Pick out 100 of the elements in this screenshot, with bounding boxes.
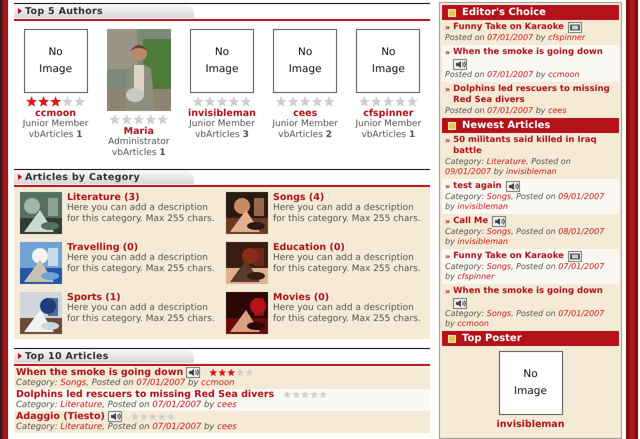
article-count: vbArticles 1 xyxy=(28,130,82,141)
section-title: Editor's Choice xyxy=(462,7,546,18)
author-link[interactable]: ccmoon xyxy=(457,319,489,328)
date-link[interactable]: 07/01/2007 xyxy=(152,422,202,432)
film-icon xyxy=(568,22,582,33)
article-count: vbArticles 1 xyxy=(361,130,416,141)
article-meta: Category: Literature, Posted on 07/01/2007 by cees xyxy=(16,422,238,433)
author-link[interactable]: ccmoon xyxy=(548,70,580,79)
section-title: Top 10 Articles xyxy=(25,350,109,362)
author-name[interactable]: ccmoon xyxy=(35,108,76,119)
date-link[interactable]: 07/01/2007 xyxy=(136,378,186,388)
date-link[interactable]: 08/01/2007 xyxy=(558,227,604,236)
category-link[interactable]: Songs xyxy=(486,192,512,201)
article-count: vbArticles 3 xyxy=(195,130,249,141)
author-link[interactable]: cfspinner xyxy=(457,272,494,281)
article-count: vbArticles 2 xyxy=(278,130,332,141)
category-link[interactable]: Literature xyxy=(60,400,102,410)
triangle-icon xyxy=(18,174,22,180)
bullet-icon: » xyxy=(445,84,450,95)
no-image-text: No Image xyxy=(513,367,548,399)
bullet-icon: » xyxy=(445,286,450,297)
article-link[interactable]: Call Me xyxy=(453,216,488,227)
author-link[interactable]: invisibleman xyxy=(457,237,508,246)
date-link[interactable]: 09/01/2007 xyxy=(558,192,604,201)
author-link[interactable]: cfspinner xyxy=(548,33,586,42)
article-meta: Category: Songs, Posted on 07/01/2007 by ccmoon xyxy=(16,378,236,389)
section-title: Top Poster xyxy=(462,333,522,344)
category-description: Here you can add a description for this category. Max 255 chars. xyxy=(67,253,216,274)
category-link[interactable]: Travelling (0) xyxy=(67,242,218,253)
author-name[interactable]: cfspinner xyxy=(363,108,414,119)
date-link[interactable]: 07/01/2007 xyxy=(487,33,534,42)
article-link[interactable]: Funny Take on Karaoke xyxy=(453,251,564,262)
article-link[interactable]: When the smoke is going down xyxy=(453,286,603,297)
author-link[interactable]: invisibleman xyxy=(457,202,508,211)
article-link[interactable]: test again xyxy=(453,181,502,192)
category-link[interactable]: Literature (3) xyxy=(67,192,218,203)
member-role: Administrator xyxy=(108,137,170,148)
bullet-icon: » xyxy=(445,181,450,192)
article-meta: Posted on 07/01/2007 by cees xyxy=(445,106,568,116)
category-link[interactable]: Literature xyxy=(60,422,102,432)
author-name[interactable]: invisibleman xyxy=(188,108,256,119)
category-description: Here you can add a description for this category. Max 255 chars. xyxy=(67,203,216,224)
article-link[interactable]: Adaggio (Tiesto) xyxy=(16,411,105,422)
section-title: Articles by Category xyxy=(25,172,140,182)
bullet-icon: » xyxy=(445,251,450,262)
category-description: Here you can add a description for this category. Max 255 chars. xyxy=(273,203,422,224)
category-link[interactable]: Education (0) xyxy=(273,242,424,253)
category-link[interactable]: Literature xyxy=(486,157,526,166)
author-name[interactable]: invisibleman xyxy=(496,419,564,430)
date-link[interactable]: 07/01/2007 xyxy=(152,400,202,410)
author-link[interactable]: ccmoon xyxy=(201,378,235,388)
author-link[interactable]: cees xyxy=(217,400,237,410)
speaker-icon xyxy=(186,367,200,378)
category-link[interactable]: Songs xyxy=(486,262,512,271)
category-link[interactable]: Songs (4) xyxy=(273,192,424,203)
article-link[interactable]: When the smoke is going down xyxy=(453,47,603,58)
article-link[interactable]: Dolphins led rescuers to missing Red Sea divers xyxy=(16,389,274,400)
category-link[interactable]: Songs xyxy=(486,309,512,318)
author-link[interactable]: invisibleman xyxy=(506,167,557,176)
member-role: Junior Member xyxy=(356,119,422,130)
date-link[interactable]: 09/01/2007 xyxy=(445,167,492,176)
date-link[interactable]: 07/01/2007 xyxy=(487,70,534,79)
category-link[interactable]: Songs xyxy=(60,378,86,388)
speaker-icon xyxy=(453,59,468,70)
speaker-icon xyxy=(492,216,506,227)
article-link[interactable]: When the smoke is going down xyxy=(16,367,184,378)
section-title: Newest Articles xyxy=(462,120,550,131)
no-image-text: No Image xyxy=(38,45,74,77)
no-image-text: No Image xyxy=(370,45,406,77)
category-link[interactable]: Sports (1) xyxy=(67,292,218,303)
article-meta: Category: Songs, Posted on 07/01/2007 by cfspinner xyxy=(445,262,606,282)
section-title: Top 5 Authors xyxy=(25,6,103,16)
author-name[interactable]: cees xyxy=(293,108,318,119)
article-meta: Category: Songs, Posted on 09/01/2007 by invisibleman xyxy=(445,192,606,212)
speaker-icon xyxy=(453,298,468,309)
category-link[interactable]: Songs xyxy=(486,227,512,236)
category-description: Here you can add a description for this category. Max 255 chars. xyxy=(273,303,422,324)
article-meta: Category: Songs, Posted on 07/01/2007 by ccmoon xyxy=(445,309,606,329)
bullet-icon: » xyxy=(445,216,450,227)
article-link[interactable]: 50 militants said killed in Iraq battle xyxy=(453,135,616,157)
article-meta: Posted on 07/01/2007 by cfspinner xyxy=(445,33,586,43)
square-icon xyxy=(448,334,456,342)
article-meta: Category: Songs, Posted on 08/01/2007 by invisibleman xyxy=(445,227,606,247)
bullet-icon: » xyxy=(445,135,450,146)
category-description: Here you can add a description for this category. Max 255 chars. xyxy=(273,253,422,274)
article-link[interactable]: Funny Take on Karaoke xyxy=(453,22,564,33)
author-link[interactable]: cees xyxy=(217,422,237,432)
author-link[interactable]: cees xyxy=(548,106,567,115)
author-name[interactable]: Maria xyxy=(124,126,154,137)
bullet-icon: » xyxy=(445,22,450,33)
date-link[interactable]: 07/01/2007 xyxy=(558,309,604,318)
triangle-icon xyxy=(18,353,22,359)
no-image-text: No Image xyxy=(288,45,323,77)
date-link[interactable]: 07/01/2007 xyxy=(558,262,604,271)
article-link[interactable]: Dolphins led rescuers to missing Red Sea divers xyxy=(453,84,616,106)
date-link[interactable]: 07/01/2007 xyxy=(487,106,534,115)
category-description: Here you can add a description for this category. Max 255 chars. xyxy=(67,303,216,324)
article-meta: Posted on 07/01/2007 by ccmoon xyxy=(445,70,581,80)
member-role: Junior Member xyxy=(22,119,88,130)
category-link[interactable]: Movies (0) xyxy=(273,292,424,303)
